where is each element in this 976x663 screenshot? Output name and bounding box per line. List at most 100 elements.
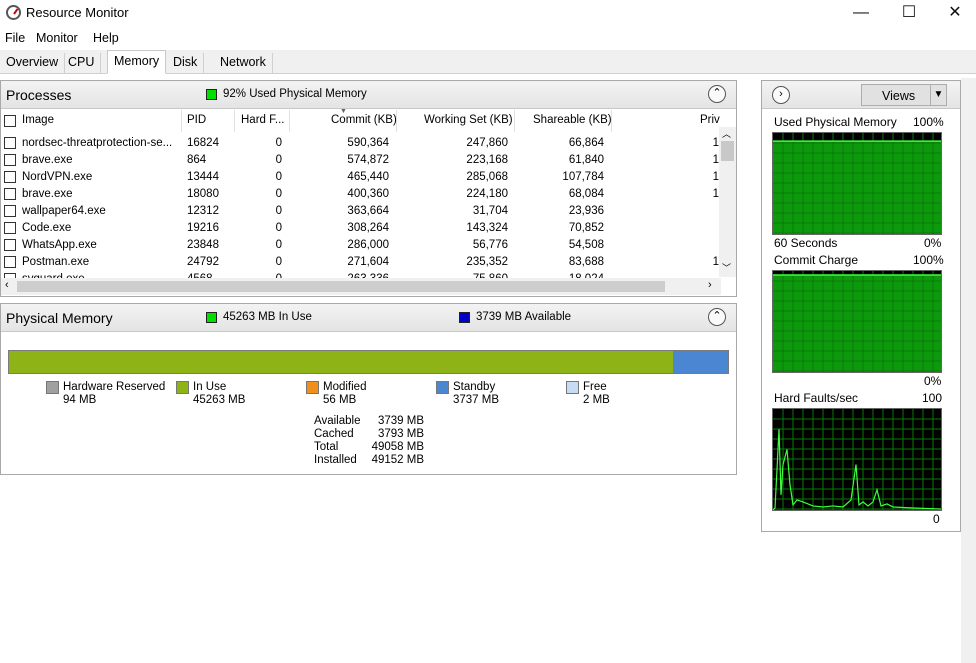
table-row[interactable]: wallpaper64.exe 12312 0 363,664 31,704 23,936: [1, 203, 721, 220]
physical-memory-title: Physical Memory: [6, 310, 113, 326]
cell-commit: 465,440: [347, 171, 389, 183]
cell-private: 1: [712, 154, 719, 166]
column-shareable[interactable]: Shareable (KB): [533, 114, 612, 126]
graph-max: 100%: [913, 253, 944, 267]
cell-shareable: 68,084: [568, 188, 604, 200]
cell-shareable: 54,508: [568, 239, 604, 251]
column-private[interactable]: Priv: [700, 114, 720, 126]
row-checkbox[interactable]: [4, 222, 16, 234]
commit-charge-graph: [772, 270, 942, 373]
legend-label: In Use: [193, 381, 227, 393]
graph-min: 0%: [924, 374, 942, 388]
column-commit[interactable]: Commit (KB): [331, 114, 397, 126]
views-button[interactable]: Views ▼: [861, 84, 947, 106]
minimize-button[interactable]: —: [838, 0, 884, 26]
tab-cpu[interactable]: CPU: [62, 53, 102, 73]
table-row[interactable]: nordsec-threatprotection-se... 16824 0 590,…: [1, 135, 721, 152]
cell-image: Postman.exe: [22, 256, 90, 268]
column-working-set[interactable]: Working Set (KB): [424, 114, 513, 126]
processes-horizontal-scrollbar[interactable]: ‹ ›: [1, 278, 721, 295]
cell-private: 1: [712, 137, 719, 149]
cell-pid: 13444: [187, 171, 219, 183]
scroll-right-icon[interactable]: ›: [708, 279, 712, 291]
cell-image: WhatsApp.exe: [22, 239, 97, 251]
scroll-down-icon[interactable]: ﹀: [722, 261, 731, 274]
used-memory-indicator: [206, 89, 217, 100]
cell-pid: 18080: [187, 188, 219, 200]
processes-vertical-scrollbar[interactable]: ︿ ﹀: [719, 127, 736, 277]
processes-header[interactable]: Processes 92% Used Physical Memory ⌃: [1, 81, 736, 109]
cell-image: brave.exe: [22, 188, 73, 200]
tab-memory[interactable]: Memory: [107, 50, 167, 74]
cell-working-set: 143,324: [466, 222, 508, 234]
cell-shareable: 107,784: [562, 171, 604, 183]
legend-label: Hardware Reserved: [63, 381, 166, 393]
row-checkbox[interactable]: [4, 171, 16, 183]
stat-value: 49058 MB: [371, 441, 424, 453]
scroll-thumb[interactable]: [721, 141, 734, 161]
table-row[interactable]: brave.exe 864 0 574,872 223,168 61,840 1: [1, 152, 721, 169]
table-row[interactable]: WhatsApp.exe 23848 0 286,000 56,776 54,508: [1, 237, 721, 254]
scroll-thumb[interactable]: [17, 281, 665, 292]
cell-commit: 574,872: [347, 154, 389, 166]
menu-monitor[interactable]: Monitor: [36, 31, 78, 45]
row-checkbox[interactable]: [4, 154, 16, 166]
table-row[interactable]: Postman.exe 24792 0 271,604 235,352 83,688 1: [1, 254, 721, 271]
column-pid[interactable]: PID: [187, 114, 206, 126]
table-row[interactable]: NordVPN.exe 13444 0 465,440 285,068 107,784 1: [1, 169, 721, 186]
cell-hard-faults: 0: [275, 137, 282, 149]
maximize-button[interactable]: ☐: [886, 0, 932, 26]
graph-canvas: [773, 409, 941, 510]
cell-hard-faults: 0: [275, 188, 282, 200]
in-use-segment: [9, 351, 673, 373]
legend-swatch: [176, 381, 189, 394]
physical-memory-header[interactable]: Physical Memory 45263 MB In Use 3739 MB …: [1, 304, 736, 332]
standby-segment: [673, 351, 728, 373]
cell-hard-faults: 0: [275, 239, 282, 251]
window-vertical-scrollbar[interactable]: [961, 78, 976, 663]
collapse-physical-memory-button[interactable]: ⌃: [708, 308, 726, 326]
cell-private: 1: [712, 188, 719, 200]
dropdown-arrow-icon[interactable]: ▼: [930, 85, 946, 105]
graph-canvas: [773, 271, 941, 372]
tab-disk[interactable]: Disk: [167, 53, 205, 73]
tab-network[interactable]: Network: [214, 53, 273, 73]
close-button[interactable]: ✕: [932, 0, 976, 26]
legend-label: Standby: [453, 381, 496, 393]
column-divider: [234, 110, 235, 132]
cell-private: 1: [712, 171, 719, 183]
graph-max: 100%: [913, 115, 944, 129]
graph-min: 0%: [924, 236, 942, 250]
legend-value: 3737 MB: [453, 394, 500, 406]
table-row[interactable]: brave.exe 18080 0 400,360 224,180 68,084 1: [1, 186, 721, 203]
column-divider: [396, 110, 397, 132]
row-checkbox[interactable]: [4, 205, 16, 217]
hard-faults-graph: [772, 408, 942, 511]
menu-file[interactable]: File: [5, 31, 25, 45]
cell-pid: 19216: [187, 222, 219, 234]
tab-overview[interactable]: Overview: [0, 53, 66, 73]
legend-swatch: [306, 381, 319, 394]
column-divider: [611, 110, 612, 132]
menu-help[interactable]: Help: [93, 31, 119, 45]
cell-working-set: 285,068: [466, 171, 508, 183]
graphs-panel: › Views ▼ Used Physical Memory 100% 60 S…: [761, 80, 961, 532]
row-checkbox[interactable]: [4, 256, 16, 268]
expand-icon[interactable]: ›: [772, 86, 790, 104]
row-checkbox[interactable]: [4, 239, 16, 251]
row-checkbox[interactable]: [4, 137, 16, 149]
scroll-up-icon[interactable]: ︿: [722, 127, 731, 140]
scroll-left-icon[interactable]: ‹: [5, 279, 9, 291]
column-divider: [181, 110, 182, 132]
used-memory-text: 92% Used Physical Memory: [223, 88, 367, 100]
column-image[interactable]: Image: [22, 114, 54, 126]
processes-title: Processes: [6, 87, 72, 103]
select-all-checkbox[interactable]: [4, 115, 16, 127]
table-row[interactable]: Code.exe 19216 0 308,264 143,324 70,852: [1, 220, 721, 237]
processes-panel: Processes 92% Used Physical Memory ⌃ Ima…: [0, 80, 737, 297]
row-checkbox[interactable]: [4, 188, 16, 200]
cell-image: Code.exe: [22, 222, 72, 234]
cell-working-set: 56,776: [472, 239, 508, 251]
collapse-processes-button[interactable]: ⌃: [708, 85, 726, 103]
column-hard-faults[interactable]: Hard F...: [241, 114, 284, 126]
